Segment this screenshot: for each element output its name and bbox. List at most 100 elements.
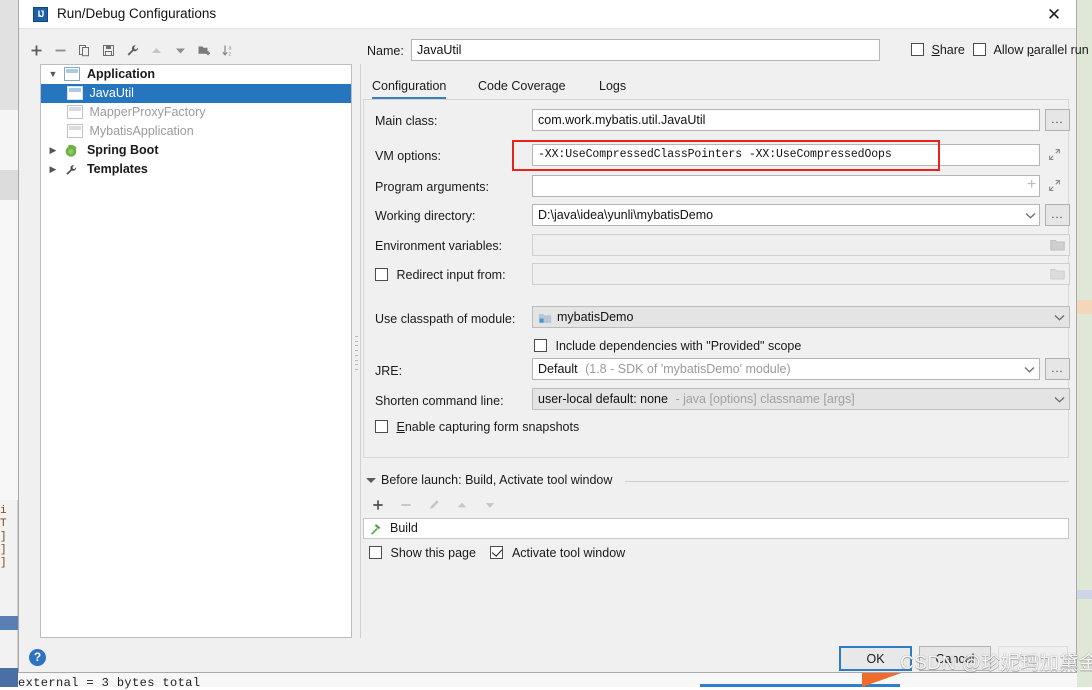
configuration-form: Main class: com.work.mybatis.util.JavaUt… [363,100,1069,458]
background-right-strip [1077,0,1092,687]
jre-label: JRE: [375,364,402,378]
environment-variables-input[interactable] [532,234,1070,256]
module-icon [538,311,552,328]
chevron-right-icon[interactable]: ▶ [45,141,61,160]
wrench-icon[interactable] [121,39,143,61]
show-this-page-label: Show this page [390,546,475,560]
add-task-button[interactable] [367,494,389,516]
remove-task-button[interactable] [395,494,417,516]
tree-node-label: Templates [87,162,148,176]
before-launch-task-list[interactable]: Build [363,518,1069,539]
jre-combo[interactable]: Default (1.8 - SDK of 'mybatisDemo' modu… [532,358,1040,380]
copy-icon[interactable] [73,39,95,61]
ok-button[interactable]: OK [839,646,912,671]
tree-node-mybatisapplication[interactable]: MybatisApplication [41,122,351,141]
tree-node-mapperproxyfactory[interactable]: MapperProxyFactory [41,103,351,122]
remove-configuration-button[interactable] [49,39,71,61]
tree-node-label: Spring Boot [87,143,159,157]
help-button[interactable]: ? [29,649,46,666]
classpath-module-combo[interactable]: mybatisDemo [532,306,1070,328]
before-launch-task-label: Build [390,521,418,535]
background-status-bar [0,668,18,687]
configurations-tree[interactable]: ▼ Application JavaUtil MapperProxyFactor… [40,64,352,638]
dialog-title: Run/Debug Configurations [57,6,216,21]
show-this-page-checkbox[interactable]: Show this page [369,546,479,560]
tab-label: Logs [599,79,626,93]
program-arguments-expand-icon[interactable] [1048,179,1061,192]
svg-text:z: z [228,51,231,57]
jre-value: Default [538,362,578,376]
program-arguments-input[interactable] [532,175,1040,197]
panel-splitter[interactable] [353,64,363,638]
apply-button[interactable]: Apply [998,646,1068,671]
tree-node-spring-boot[interactable]: ▶ Spring Boot [41,141,351,160]
before-launch-toolbar [367,494,501,516]
configurations-toolbar: az [25,38,345,62]
vm-options-expand-icon[interactable] [1048,148,1061,161]
classpath-module-value: mybatisDemo [557,310,633,324]
program-arguments-add-icon[interactable]: + [1027,179,1036,191]
vm-options-input[interactable]: -XX:UseCompressedClassPointers -XX:UseCo… [532,144,1040,166]
share-checkbox[interactable]: Share [911,43,965,57]
allow-parallel-run-checkbox[interactable]: Allow parallel run [973,43,1089,57]
arrow-down-icon[interactable] [169,39,191,61]
main-class-value: com.work.mybatis.util.JavaUtil [538,113,705,127]
name-input[interactable]: JavaUtil [411,39,880,61]
splitter-handle[interactable] [355,336,360,370]
redirect-input-checkbox-box [375,268,388,281]
add-configuration-button[interactable] [25,39,47,61]
main-class-label: Main class: [375,114,438,128]
folder-add-icon[interactable] [193,39,215,61]
before-launch-rule [625,481,1069,482]
tree-node-javautil[interactable]: JavaUtil [41,84,351,103]
redirect-input-field[interactable] [532,263,1070,285]
main-class-browse-button[interactable]: ... [1045,109,1070,131]
before-launch-task-build[interactable]: Build [364,519,1068,538]
build-hammer-icon [369,522,383,542]
task-move-up-button[interactable] [451,494,473,516]
arrow-up-icon[interactable] [145,39,167,61]
redirect-input-checkbox[interactable]: Redirect input from: [375,268,506,282]
working-directory-input[interactable]: D:\java\idea\yunli\mybatisDemo [532,204,1040,226]
cancel-button[interactable]: Cancel [919,646,991,671]
application-icon [67,86,83,100]
activate-tool-window-label: Activate tool window [512,546,625,560]
sort-az-icon[interactable]: az [217,39,239,61]
tree-node-label: JavaUtil [89,86,133,100]
apply-button-label: Apply [1017,652,1048,666]
include-provided-scope-checkbox-box [534,339,547,352]
environment-variables-folder-icon[interactable] [1050,239,1065,251]
chevron-right-icon[interactable]: ▶ [45,160,61,179]
working-directory-value: D:\java\idea\yunli\mybatisDemo [538,208,713,222]
tab-configuration[interactable]: Configuration [372,74,446,100]
tree-node-application[interactable]: ▼ Application [41,65,351,84]
cancel-button-label: Cancel [936,652,975,666]
task-move-down-button[interactable] [479,494,501,516]
tab-code-coverage[interactable]: Code Coverage [478,74,566,100]
jre-browse-button[interactable]: ... [1045,358,1070,380]
environment-variables-label: Environment variables: [375,239,502,253]
redirect-input-folder-icon[interactable] [1050,268,1065,280]
ellipsis-icon: ... [1051,210,1063,220]
tab-logs[interactable]: Logs [599,74,626,100]
capture-snapshots-checkbox[interactable]: Enable capturing form snapshots [375,420,579,434]
before-launch-header[interactable]: Before launch: Build, Activate tool wind… [363,474,1069,488]
application-icon [67,124,83,138]
application-icon [64,67,80,81]
save-icon[interactable] [97,39,119,61]
shorten-command-line-hint: - java [options] classname [args] [675,392,854,406]
tree-node-templates[interactable]: ▶ Templates [41,160,351,179]
main-class-input[interactable]: com.work.mybatis.util.JavaUtil [532,109,1040,131]
pencil-icon[interactable] [423,494,445,516]
tree-node-label: MybatisApplication [89,124,193,138]
before-launch-options: Show this page Activate tool window [369,546,625,560]
close-icon[interactable]: ✕ [1032,0,1076,29]
name-label: Name: [367,44,404,58]
working-directory-browse-button[interactable]: ... [1045,204,1070,226]
activate-tool-window-checkbox[interactable]: Activate tool window [490,546,625,560]
chevron-down-icon[interactable]: ▼ [45,65,61,84]
shorten-command-line-combo[interactable]: user-local default: none - java [options… [532,388,1070,410]
triangle-down-icon[interactable] [366,478,376,483]
background-selection-bar [0,616,18,630]
include-provided-scope-checkbox[interactable]: Include dependencies with "Provided" sco… [534,339,801,353]
